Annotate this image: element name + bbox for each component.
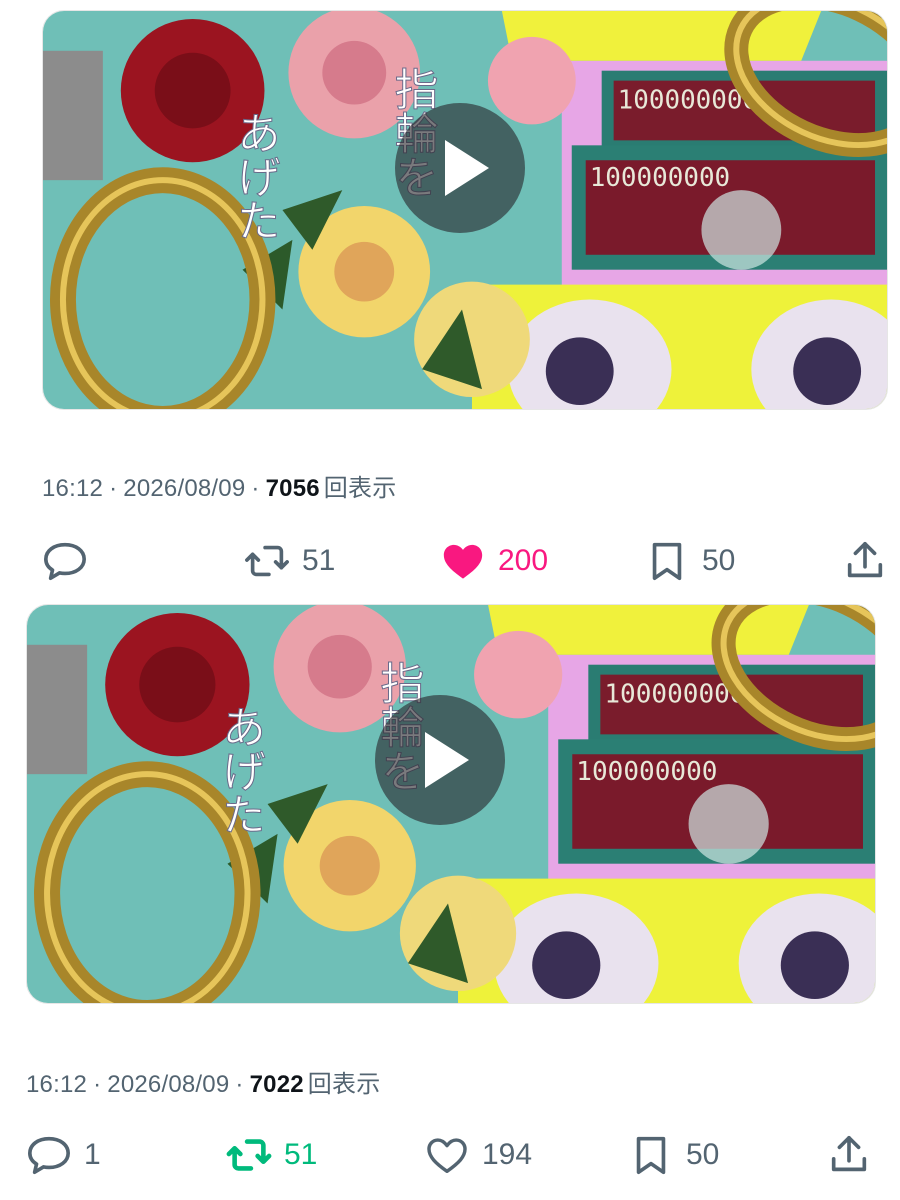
retweet-count: 51	[302, 544, 336, 577]
like-button[interactable]: 194	[424, 1130, 532, 1180]
like-button[interactable]: 200	[440, 536, 548, 586]
retweet-button[interactable]: 51	[226, 1130, 317, 1180]
post-date[interactable]: 2026/08/09	[107, 1071, 229, 1098]
action-bar: 1 51 194 50	[0, 1130, 900, 1180]
bookmark-button[interactable]: 50	[628, 1130, 719, 1180]
post-meta: 16:12 · 2026/08/09 · 7056 回表示	[42, 475, 397, 502]
share-button[interactable]	[842, 536, 888, 586]
video-thumbnail[interactable]: 100000000 100000000 あげた 指輪を	[26, 604, 876, 1004]
post-meta: 16:12 · 2026/08/09 · 7022 回表示	[26, 1071, 381, 1098]
retweet-icon	[245, 545, 289, 577]
view-count: 7056	[265, 475, 320, 502]
post-time[interactable]: 16:12	[42, 475, 103, 502]
play-icon[interactable]	[375, 695, 505, 825]
view-suffix: 回表示	[307, 1071, 381, 1098]
post-time[interactable]: 16:12	[26, 1071, 87, 1098]
video-thumbnail[interactable]: 100000000 100000000 あげた	[42, 10, 888, 410]
retweet-icon	[226, 1139, 272, 1171]
heart-icon	[443, 544, 483, 579]
view-suffix: 回表示	[323, 475, 397, 502]
banknote-bottom-text: 100000000	[590, 163, 730, 193]
like-count: 200	[498, 544, 549, 577]
caption-left: あげた	[214, 705, 265, 836]
share-button[interactable]	[826, 1130, 872, 1180]
share-icon	[847, 541, 883, 578]
like-count: 194	[482, 1138, 533, 1171]
bookmark-button[interactable]: 50	[644, 536, 735, 586]
heart-icon	[427, 1138, 467, 1174]
caption-left: あげた	[229, 111, 280, 242]
play-icon[interactable]	[395, 103, 525, 233]
reply-button[interactable]: 1	[26, 1130, 101, 1180]
reply-count: 1	[84, 1138, 101, 1171]
reply-button[interactable]	[42, 536, 100, 586]
action-bar: 51 200 50	[0, 536, 900, 586]
banknote-bottom-text: 100000000	[576, 757, 717, 787]
view-count: 7022	[249, 1071, 304, 1098]
reply-icon	[28, 1136, 70, 1175]
bookmark-icon	[636, 1136, 666, 1175]
reply-icon	[44, 542, 86, 581]
retweet-count: 51	[284, 1138, 318, 1171]
bookmark-icon	[652, 542, 682, 581]
share-icon	[831, 1135, 867, 1172]
post-date[interactable]: 2026/08/09	[123, 475, 245, 502]
bookmark-count: 50	[686, 1138, 720, 1171]
bookmark-count: 50	[702, 544, 736, 577]
retweet-button[interactable]: 51	[244, 536, 335, 586]
